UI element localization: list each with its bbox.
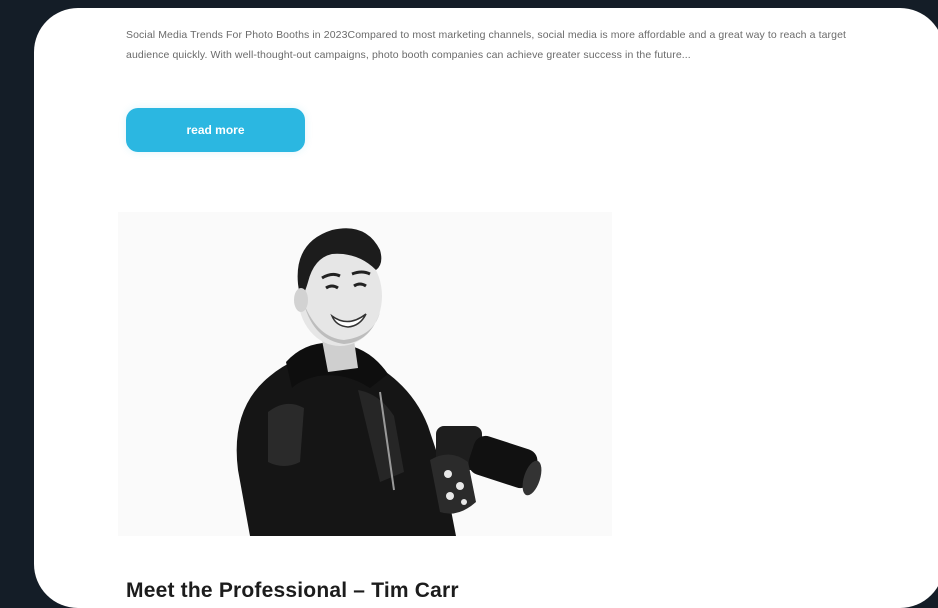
post-excerpt: Social Media Trends For Photo Booths in … [126,28,847,61]
post-title[interactable]: Meet the Professional – Tim Carr [126,579,459,603]
photographer-portrait-icon [236,228,542,536]
portrait-photo[interactable] [118,212,612,536]
read-more-button[interactable]: read more [126,108,305,152]
